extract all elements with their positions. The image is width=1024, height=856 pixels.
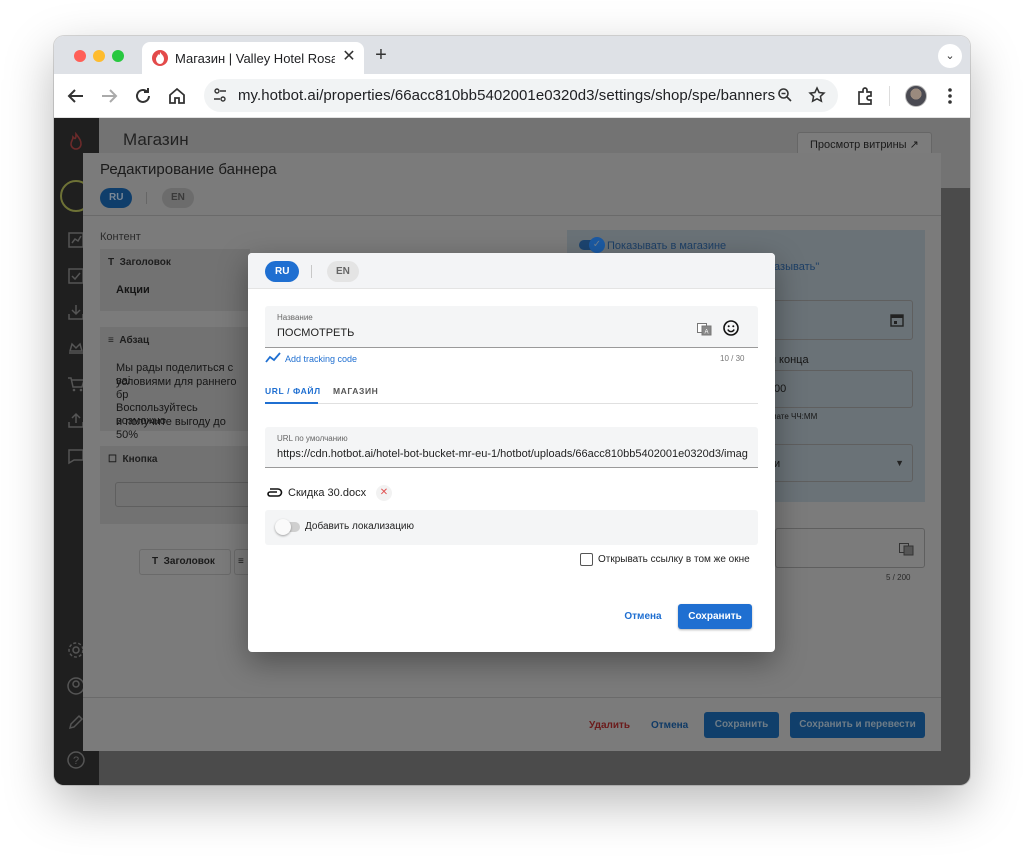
svg-text:?: ? bbox=[73, 755, 79, 767]
edit-modal-divider bbox=[83, 215, 941, 216]
translate-icon bbox=[899, 543, 914, 556]
show-option-label: казывать" bbox=[769, 261, 820, 273]
add-heading-button[interactable]: T Заголовок bbox=[139, 549, 231, 575]
maximize-window-button[interactable] bbox=[112, 50, 124, 62]
toolbar-divider bbox=[889, 86, 890, 106]
button-name-field[interactable]: Название ПОСМОТРЕТЬ A bbox=[265, 306, 758, 348]
paragraph-line-4: и получите выгоду до 50% bbox=[116, 416, 226, 441]
time-format-hint: мате ЧЧ:ММ bbox=[771, 412, 818, 421]
add-localization-label: Добавить локализацию bbox=[305, 521, 415, 532]
dialog-save-button[interactable]: Сохранить bbox=[678, 604, 752, 629]
profile-avatar[interactable] bbox=[905, 85, 927, 107]
tab-close-icon[interactable]: ✕ bbox=[340, 48, 358, 66]
lang-separator bbox=[146, 192, 147, 204]
app-area: ? Магазин Просмотр витрины ↗ Редактирова… bbox=[54, 118, 970, 785]
start-date-field[interactable] bbox=[769, 300, 913, 340]
close-window-button[interactable] bbox=[74, 50, 86, 62]
heading-card[interactable]: T Заголовок Акции bbox=[100, 249, 250, 311]
display-select[interactable]: и ▼ bbox=[769, 444, 913, 482]
remove-file-icon[interactable]: ✕ bbox=[376, 485, 392, 501]
browser-tab[interactable]: Магазин | Valley Hotel Rosa Khutor ✕ bbox=[142, 42, 364, 74]
description-field[interactable] bbox=[775, 528, 925, 568]
paragraph-line-2: условиями для раннего бр bbox=[116, 376, 237, 401]
edit-footer-divider bbox=[83, 697, 941, 698]
page-title: Магазин bbox=[123, 130, 189, 149]
button-card[interactable]: ☐ Кнопка bbox=[100, 446, 250, 524]
translate-icon[interactable]: A bbox=[697, 323, 713, 337]
dialog-lang-en-pill[interactable]: EN bbox=[327, 261, 359, 282]
end-time-field[interactable]: 00 bbox=[769, 370, 913, 408]
button-name-value: ПОСМОТРЕТЬ bbox=[277, 327, 355, 339]
hotbot-logo-icon[interactable] bbox=[66, 131, 86, 152]
extensions-puzzle-icon[interactable] bbox=[853, 84, 877, 108]
more-menu-icon[interactable] bbox=[938, 84, 962, 108]
calendar-icon bbox=[890, 314, 904, 327]
hotbot-favicon-icon bbox=[152, 50, 168, 66]
default-url-field[interactable]: URL по умолчанию https://cdn.hotbot.ai/h… bbox=[265, 427, 758, 468]
end-time-value: 00 bbox=[774, 383, 787, 395]
dialog-cancel-button[interactable]: Отмена bbox=[613, 604, 673, 629]
delete-banner-button[interactable]: Удалить bbox=[589, 720, 630, 731]
browser-toolbar: my.hotbot.ai/properties/66acc810bb540200… bbox=[54, 74, 970, 118]
tab-shop[interactable]: МАГАЗИН bbox=[333, 386, 378, 396]
open-same-window-label: Открывать ссылку в том же окне bbox=[598, 554, 750, 565]
heading-card-title: T Заголовок bbox=[108, 257, 171, 268]
edit-save-button[interactable]: Сохранить bbox=[704, 712, 779, 738]
open-same-window-checkbox[interactable] bbox=[580, 553, 593, 566]
back-arrow-icon[interactable] bbox=[64, 84, 88, 108]
add-localization-toggle[interactable] bbox=[275, 519, 300, 535]
tab-bar: Магазин | Valley Hotel Rosa Khutor ✕ + ⌄ bbox=[54, 36, 970, 74]
link-type-tabs: URL / ФАЙЛ МАГАЗИН bbox=[265, 381, 758, 404]
edit-banner-title: Редактирование баннера bbox=[100, 161, 277, 178]
paragraph-card[interactable]: ≡ Абзац Мы рады поделиться с ваі условия… bbox=[100, 327, 250, 441]
bookmark-star-icon[interactable] bbox=[808, 86, 826, 109]
dialog-lang-bar: RU EN bbox=[248, 253, 775, 289]
zoom-icon[interactable] bbox=[777, 87, 793, 108]
url-text: my.hotbot.ai/properties/66acc810bb540200… bbox=[238, 87, 776, 104]
heading-value: Акции bbox=[116, 284, 150, 296]
description-counter: 5 / 200 bbox=[886, 573, 911, 582]
button-name-label: Название bbox=[277, 313, 313, 322]
select-caret-icon: ▼ bbox=[895, 458, 904, 468]
attached-file-name: Скидка 30.docx bbox=[288, 487, 367, 499]
default-url-value: https://cdn.hotbot.ai/hotel-bot-bucket-m… bbox=[277, 448, 748, 460]
edit-cancel-button[interactable]: Отмена bbox=[651, 720, 688, 731]
home-icon[interactable] bbox=[165, 84, 189, 108]
edit-lang-en-pill[interactable]: EN bbox=[162, 188, 194, 208]
button-name-counter: 10 / 30 bbox=[720, 354, 745, 363]
emoji-picker-icon[interactable] bbox=[723, 320, 739, 336]
show-in-shop-toggle[interactable]: ✓ bbox=[579, 237, 605, 253]
button-link-dialog: RU EN Название ПОСМОТРЕТЬ A Add tracking… bbox=[248, 253, 775, 652]
default-url-label: URL по умолчанию bbox=[277, 434, 348, 443]
dialog-lang-separator bbox=[311, 265, 312, 278]
content-section-label: Контент bbox=[100, 231, 141, 243]
help-nav-icon[interactable]: ? bbox=[66, 750, 86, 770]
minimize-window-button[interactable] bbox=[93, 50, 105, 62]
site-settings-icon[interactable] bbox=[212, 87, 228, 108]
tab-search-chevron-icon[interactable]: ⌄ bbox=[938, 44, 962, 68]
show-in-shop-label: Показывать в магазине bbox=[607, 240, 727, 252]
localization-row: Добавить локализацию bbox=[265, 510, 758, 545]
active-tab-indicator bbox=[265, 402, 318, 404]
tab-title: Магазин | Valley Hotel Rosa Khutor bbox=[175, 51, 335, 66]
trend-line-icon bbox=[265, 352, 281, 363]
forward-arrow-icon[interactable] bbox=[97, 84, 121, 108]
button-card-title: ☐ Кнопка bbox=[108, 454, 158, 465]
browser-window: Магазин | Valley Hotel Rosa Khutor ✕ + ⌄… bbox=[54, 36, 970, 785]
dialog-lang-ru-pill[interactable]: RU bbox=[265, 261, 300, 282]
paperclip-icon bbox=[265, 486, 283, 505]
edit-lang-ru-pill[interactable]: RU bbox=[100, 188, 133, 208]
button-input-field[interactable] bbox=[115, 482, 250, 507]
reload-icon[interactable] bbox=[131, 84, 155, 108]
new-tab-icon[interactable]: + bbox=[370, 44, 392, 66]
address-bar[interactable]: my.hotbot.ai/properties/66acc810bb540200… bbox=[204, 79, 838, 112]
tab-url-file[interactable]: URL / ФАЙЛ bbox=[265, 386, 321, 396]
paragraph-card-title: ≡ Абзац bbox=[108, 335, 150, 346]
svg-text:A: A bbox=[704, 330, 708, 336]
end-date-label: я конца bbox=[770, 354, 809, 366]
save-and-translate-button[interactable]: Сохранить и перевести bbox=[790, 712, 925, 738]
